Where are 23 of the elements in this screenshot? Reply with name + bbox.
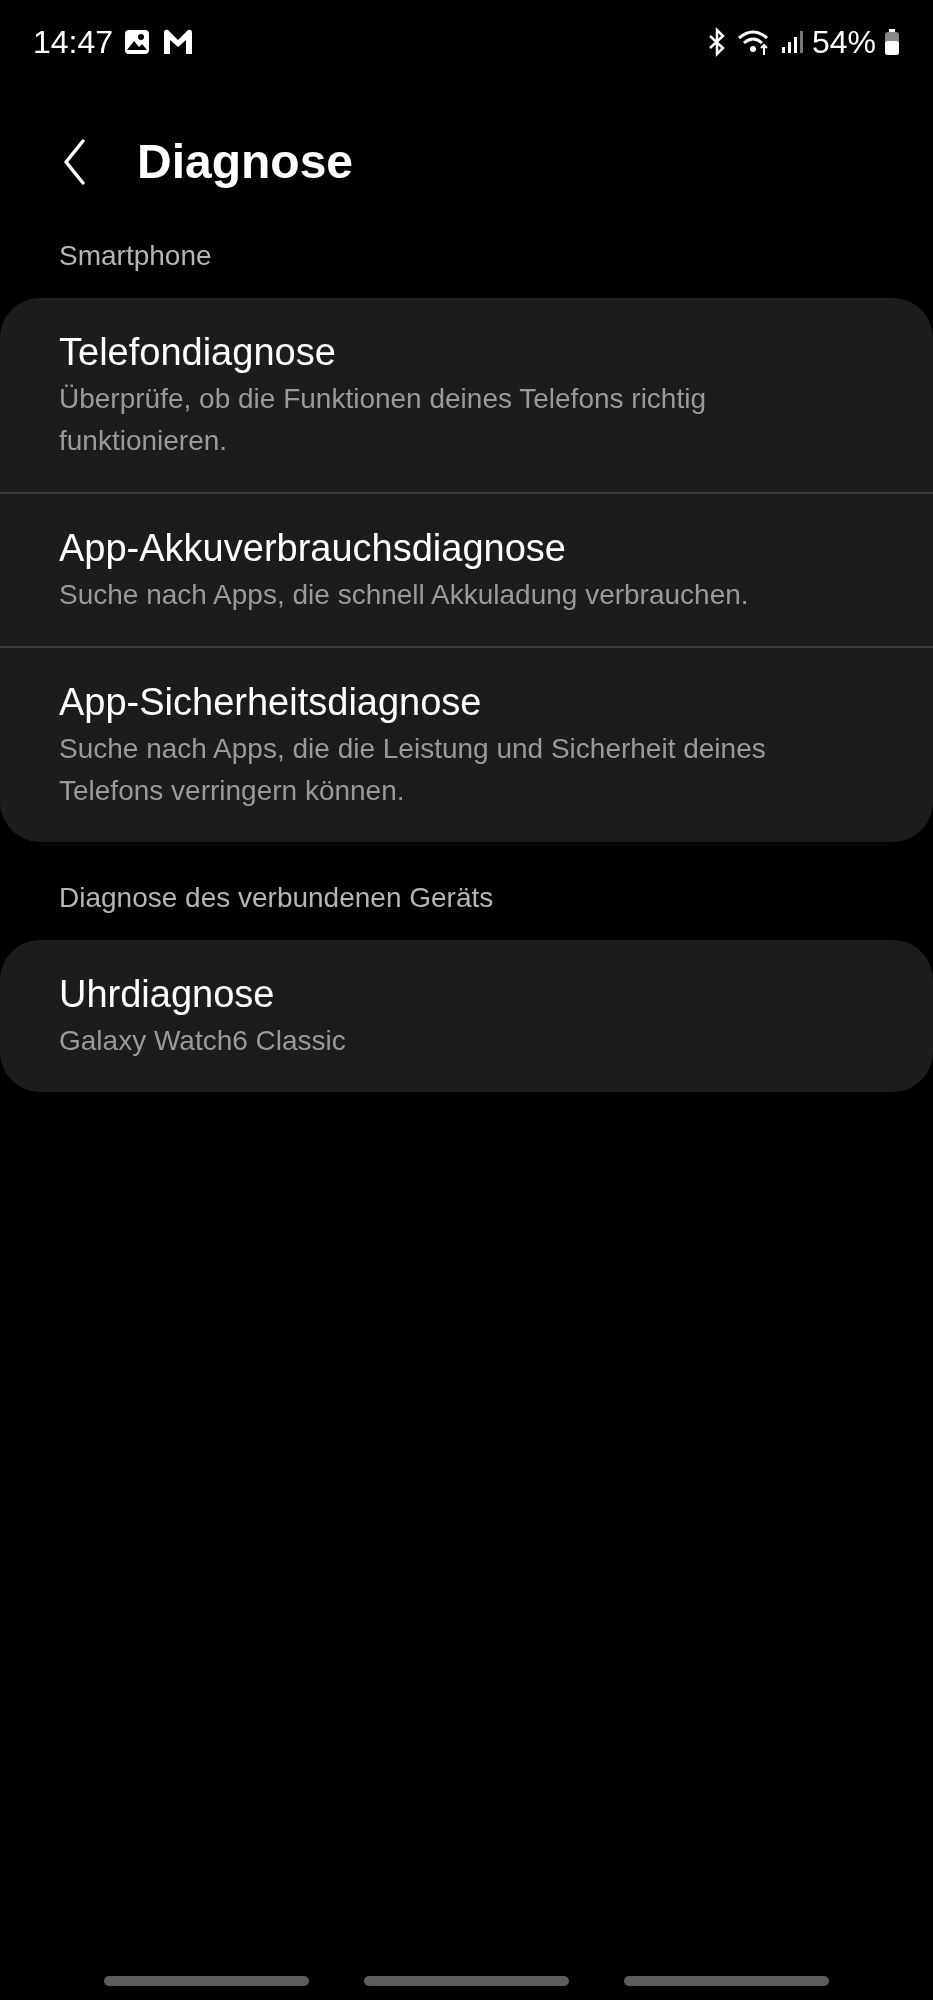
item-description: Überprüfe, ob die Funktionen deines Telefons richtig funktionieren.: [59, 382, 707, 458]
item-title: App-Akkuverbrauchsdiagnose: [59, 526, 567, 571]
battery-percentage: 54%: [811, 23, 876, 62]
item-title: App-Sicherheitsdiagnose: [59, 680, 483, 725]
item-title: Telefondiagnose: [59, 330, 337, 375]
page-title: Diagnose: [137, 134, 354, 190]
settings-item[interactable]: App-Sicherheitsdiagnose Suche nach Apps, die die Leistung und Sicherheit deines Telefons verringern können.: [0, 646, 933, 842]
nav-home-bar[interactable]: [364, 1976, 569, 1986]
gallery-icon: [123, 28, 152, 56]
section-header: Diagnose des verbundenen Geräts: [58, 881, 495, 915]
item-description: Suche nach Apps, die die Leistung und Sicherheit deines Telefons verringern können.: [59, 732, 767, 808]
item-description: Galaxy Watch6 Classic: [59, 1024, 347, 1058]
nav-back-bar[interactable]: [624, 1976, 829, 1986]
back-icon: [62, 139, 86, 185]
nav-recents-bar[interactable]: [104, 1976, 309, 1986]
item-title: Uhrdiagnose: [59, 972, 276, 1017]
settings-item[interactable]: Uhrdiagnose Galaxy Watch6 Classic: [0, 940, 933, 1092]
section-header: Smartphone: [58, 239, 213, 273]
item-description: Suche nach Apps, die schnell Akkuladung verbrauchen.: [59, 578, 750, 612]
settings-item[interactable]: App-Akkuverbrauchsdiagnose Suche nach Apps, die schnell Akkuladung verbrauchen.: [0, 492, 933, 646]
battery-icon: [884, 28, 900, 56]
status-time: 14:47: [33, 23, 114, 62]
settings-item[interactable]: Telefondiagnose Überprüfe, ob die Funktionen deines Telefons richtig funktionieren.: [0, 298, 933, 492]
